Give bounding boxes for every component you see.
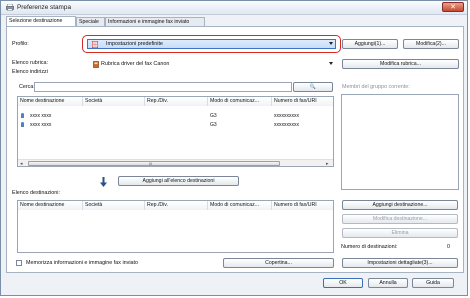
delete-destination-button[interactable]: Elimina xyxy=(342,228,458,238)
addressbook-select[interactable]: Rubrica driver del fax Canon xyxy=(87,59,336,69)
ok-button[interactable]: OK xyxy=(323,278,363,288)
search-icon: 🔍 xyxy=(309,84,317,90)
addressbook-icon xyxy=(93,61,99,68)
addressbook-value: Rubrica driver del fax Canon xyxy=(101,61,170,67)
chevron-down-icon xyxy=(329,62,333,65)
edit-destination-button[interactable]: Modifica destinazione... xyxy=(342,214,458,224)
cover-sheet-button[interactable]: Copertina... xyxy=(223,258,334,268)
addressbook-label: Elenco rubrica: xyxy=(12,60,48,66)
group-members-label: Membri del gruppo corrente: xyxy=(342,84,410,90)
print-preferences-window: Preferenze stampa ✕ Selezione destinazio… xyxy=(0,0,468,296)
column-header-name[interactable]: Nome destinazione xyxy=(18,201,83,210)
edit-profile-button[interactable]: Modifica(2)... xyxy=(403,39,459,49)
scroll-thumb[interactable]: III xyxy=(28,161,280,166)
cancel-button[interactable]: Annulla xyxy=(368,278,408,288)
destination-list-label: Elenco destinazioni: xyxy=(12,190,60,196)
scroll-left-icon[interactable]: ◂ xyxy=(20,161,23,166)
title-bar: Preferenze stampa ✕ xyxy=(1,1,467,15)
add-destination-button[interactable]: Aggiungi destinazione... xyxy=(342,200,458,210)
remember-fax-info-label: Memorizza informazioni e immagine fax in… xyxy=(26,260,139,266)
column-header-department[interactable]: Rep./Div. xyxy=(145,97,208,106)
horizontal-scrollbar[interactable]: ◂ III ▸ xyxy=(18,159,333,166)
column-header-mode[interactable]: Modo di comunicaz... xyxy=(208,97,272,106)
column-header-company[interactable]: Società xyxy=(83,97,145,106)
search-button[interactable]: 🔍 xyxy=(293,82,333,92)
help-button[interactable]: Guida xyxy=(412,278,454,288)
user-icon xyxy=(21,113,24,118)
arrow-down-icon xyxy=(100,177,107,187)
profile-label: Profilo: xyxy=(12,41,29,47)
column-header-company[interactable]: Società xyxy=(83,201,145,210)
close-button[interactable]: ✕ xyxy=(442,2,464,12)
column-header-department[interactable]: Rep./Div. xyxy=(145,201,208,210)
address-list-label: Elenco indirizzi xyxy=(12,69,48,75)
scroll-right-icon[interactable]: ▸ xyxy=(326,161,329,166)
edit-addressbook-button[interactable]: Modifica rubrica... xyxy=(342,59,459,69)
destination-list[interactable]: Nome destinazione Società Rep./Div. Modo… xyxy=(17,200,334,253)
destination-count-value: 0 xyxy=(447,244,450,250)
add-profile-button[interactable]: Aggiungi(1)... xyxy=(342,39,398,49)
table-row[interactable]: xxxx xxxx G3 xxxxxxxxxx xyxy=(18,112,333,120)
grip-lines: III xyxy=(149,161,153,166)
add-to-destination-list-button[interactable]: Aggiungi all'elenco destinazioni xyxy=(118,176,239,186)
window-title: Preferenze stampa xyxy=(17,4,71,11)
tab-special[interactable]: Speciale xyxy=(76,17,105,26)
detailed-settings-button[interactable]: Impostazioni dettagliate(3)... xyxy=(342,258,458,268)
tab-sent-fax-info[interactable]: Informazioni e immagine fax inviato xyxy=(105,17,205,26)
search-input[interactable] xyxy=(34,82,292,92)
profile-highlight-frame xyxy=(82,35,341,53)
group-members-list[interactable] xyxy=(341,94,459,190)
address-list[interactable]: Nome destinazione Società Rep./Div. Modo… xyxy=(17,96,334,167)
column-header-number[interactable]: Numero di fax/URI xyxy=(272,201,333,210)
column-header-number[interactable]: Numero di fax/URI xyxy=(272,97,333,106)
column-header-mode[interactable]: Modo di comunicaz... xyxy=(208,201,272,210)
tab-destination-selection[interactable]: Selezione destinazione xyxy=(6,16,76,26)
column-header-name[interactable]: Nome destinazione xyxy=(18,97,83,106)
user-icon xyxy=(21,122,24,127)
table-row[interactable]: xxxx xxxx G3 xxxxxxxxxx xyxy=(18,121,333,129)
printer-icon xyxy=(6,4,14,11)
destination-count-label: Numero di destinazioni: xyxy=(341,244,398,250)
remember-fax-info-checkbox[interactable] xyxy=(16,260,22,266)
search-label: Cerca: xyxy=(19,84,35,90)
